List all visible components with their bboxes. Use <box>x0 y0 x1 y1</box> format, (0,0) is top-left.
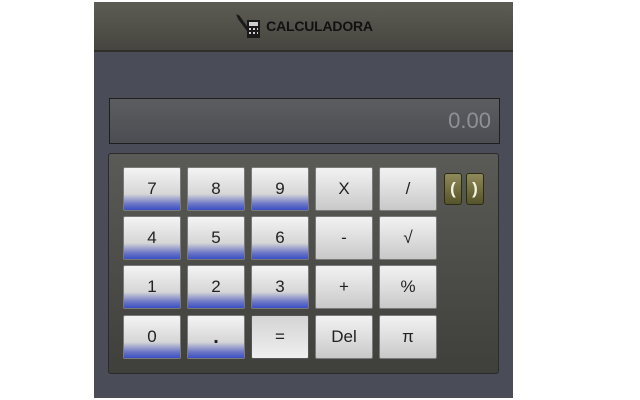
delete-label: Del <box>331 327 357 346</box>
open-paren-button[interactable]: ( <box>444 173 462 205</box>
multiply-label: X <box>338 179 350 198</box>
plus-label: + <box>339 277 349 296</box>
calculator-pen-icon <box>236 14 261 38</box>
divide-label: / <box>405 179 411 198</box>
minus-label: - <box>341 228 347 247</box>
minus-button[interactable]: - <box>315 216 373 260</box>
key-8[interactable]: 8 <box>187 167 245 211</box>
key-7-label: 7 <box>147 179 157 198</box>
equals-label: = <box>275 327 285 346</box>
key-6[interactable]: 6 <box>251 216 309 260</box>
key-2[interactable]: 2 <box>187 265 245 309</box>
percent-button[interactable]: % <box>379 265 437 309</box>
app-header: CALCULADORA <box>94 2 513 52</box>
delete-button[interactable]: Del <box>315 315 373 359</box>
key-7[interactable]: 7 <box>123 167 181 211</box>
calculator-app: CALCULADORA 0.00 7 8 9 X / ( ) 4 5 6 - √… <box>94 2 513 398</box>
equals-button[interactable]: = <box>251 315 309 359</box>
app-title: CALCULADORA <box>266 18 373 34</box>
key-5-label: 5 <box>211 228 221 247</box>
key-0-label: 0 <box>147 327 157 346</box>
calculator-display: 0.00 <box>109 98 500 144</box>
key-6-label: 6 <box>275 228 285 247</box>
decimal-point-button[interactable]: . <box>187 315 245 359</box>
decimal-point-label: . <box>213 325 219 348</box>
divide-button[interactable]: / <box>379 167 437 211</box>
key-1[interactable]: 1 <box>123 265 181 309</box>
percent-label: % <box>400 277 416 296</box>
key-2-label: 2 <box>211 277 221 296</box>
key-5[interactable]: 5 <box>187 216 245 260</box>
sqrt-label: √ <box>403 228 413 247</box>
close-paren-label: ) <box>472 179 478 198</box>
close-paren-button[interactable]: ) <box>466 173 484 205</box>
pi-label: π <box>402 327 414 346</box>
key-3-label: 3 <box>275 277 285 296</box>
key-4[interactable]: 4 <box>123 216 181 260</box>
key-8-label: 8 <box>211 179 221 198</box>
key-9[interactable]: 9 <box>251 167 309 211</box>
key-4-label: 4 <box>147 228 157 247</box>
key-9-label: 9 <box>275 179 285 198</box>
display-value: 0.00 <box>448 108 491 133</box>
key-3[interactable]: 3 <box>251 265 309 309</box>
open-paren-label: ( <box>450 179 456 198</box>
keypad: 7 8 9 X / ( ) 4 5 6 - √ 1 2 3 + % 0 . = … <box>108 153 499 374</box>
sqrt-button[interactable]: √ <box>379 216 437 260</box>
plus-button[interactable]: + <box>315 265 373 309</box>
pi-button[interactable]: π <box>379 315 437 359</box>
key-1-label: 1 <box>147 277 157 296</box>
key-0[interactable]: 0 <box>123 315 181 359</box>
multiply-button[interactable]: X <box>315 167 373 211</box>
